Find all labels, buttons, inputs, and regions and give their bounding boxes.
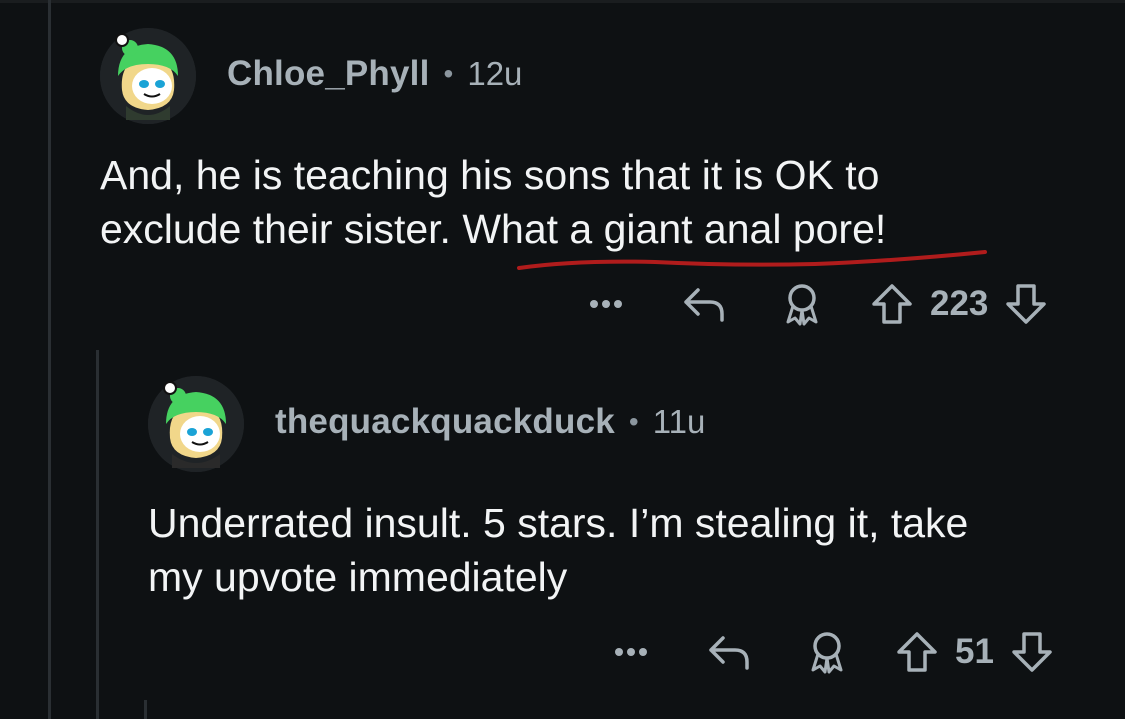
more-icon[interactable] xyxy=(582,280,630,328)
thread-line-root[interactable] xyxy=(48,0,51,719)
downvote-icon[interactable] xyxy=(1008,628,1056,676)
upvote-icon[interactable] xyxy=(868,280,916,328)
more-icon[interactable] xyxy=(607,628,655,676)
reply-icon[interactable] xyxy=(680,280,728,328)
vote-score: 223 xyxy=(930,284,989,323)
username[interactable]: thequackquackduck xyxy=(275,402,615,442)
downvote-icon[interactable] xyxy=(1002,280,1050,328)
thread-line-nested[interactable] xyxy=(144,700,147,719)
snoo-avatar-icon xyxy=(148,376,244,472)
comment-body-line: Underrated insult. 5 stars. I’m stealing… xyxy=(148,500,969,546)
vote-score: 51 xyxy=(955,632,994,671)
comment-meta: thequackquackduck • 11u xyxy=(275,402,705,442)
upvote-icon[interactable] xyxy=(893,628,941,676)
comment-actions: 51 xyxy=(607,628,1056,676)
comment-body-line: exclude their sister. What a giant anal … xyxy=(100,206,887,252)
comment-age: 12u xyxy=(467,55,523,92)
meta-separator: • xyxy=(628,406,639,437)
avatar[interactable] xyxy=(148,376,244,472)
comment-age: 11u xyxy=(652,403,706,440)
top-divider xyxy=(0,0,1125,3)
comment-body-line: And, he is teaching his sons that it is … xyxy=(100,152,880,198)
avatar[interactable] xyxy=(100,28,196,124)
meta-separator: • xyxy=(443,58,454,89)
award-icon[interactable] xyxy=(803,628,851,676)
reply-icon[interactable] xyxy=(705,628,753,676)
comment-body: Underrated insult. 5 stars. I’m stealing… xyxy=(148,496,968,604)
comment-body: And, he is teaching his sons that it is … xyxy=(100,148,886,256)
award-icon[interactable] xyxy=(778,280,826,328)
username[interactable]: Chloe_Phyll xyxy=(227,54,430,94)
thread-line-reply[interactable] xyxy=(96,350,99,719)
comment-meta: Chloe_Phyll • 12u xyxy=(227,54,522,94)
comment-actions: 223 xyxy=(582,280,1050,328)
comment-body-line: my upvote immediately xyxy=(148,554,568,600)
snoo-avatar-icon xyxy=(100,28,196,124)
